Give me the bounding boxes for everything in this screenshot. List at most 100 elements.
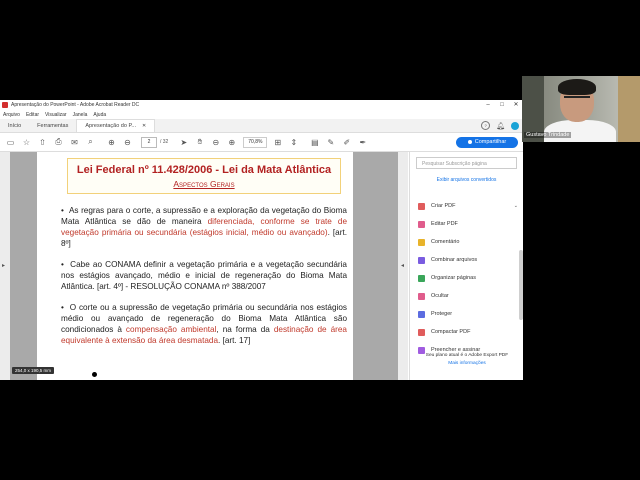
tool-item-label: Comentário xyxy=(431,239,460,245)
collapse-right-icon[interactable]: ◂ xyxy=(401,262,404,269)
tab-bar: Início Ferramentas Apresentação do P... … xyxy=(0,119,523,133)
sign-icon[interactable]: ✒ xyxy=(357,137,368,148)
tab-home[interactable]: Início xyxy=(0,120,29,132)
menu-arquivo[interactable]: Arquivo xyxy=(3,112,20,118)
fit-page-icon[interactable]: ⊞ xyxy=(272,137,283,148)
tool-item[interactable]: Comentário xyxy=(418,233,518,251)
hand-tool-icon[interactable]: ✋︎ xyxy=(194,137,205,148)
protect-icon xyxy=(418,310,425,318)
menu-editar[interactable]: Editar xyxy=(26,112,39,118)
tool-item[interactable]: Proteger xyxy=(418,305,518,323)
email-icon[interactable]: ✉ xyxy=(69,137,80,148)
close-tab-icon[interactable]: ✕ xyxy=(142,120,146,132)
tool-item[interactable]: Editar PDF xyxy=(418,215,518,233)
page-total: / 32 xyxy=(160,139,169,145)
right-pane-toggle[interactable]: ◂ xyxy=(398,152,408,380)
prev-page-icon[interactable]: ⊕ xyxy=(106,137,117,148)
zoom-out-icon[interactable]: ⊖ xyxy=(210,137,221,148)
search-icon[interactable]: ⌕ xyxy=(85,137,96,148)
page-title: Lei Federal nº 11.428/2006 - Lei da Mata… xyxy=(76,164,332,176)
tool-item[interactable]: Criar PDF ⌄ xyxy=(418,197,518,215)
share-button[interactable]: Compartilhar xyxy=(456,137,518,148)
title-bar: Apresentação do PowerPoint - Adobe Acrob… xyxy=(0,100,523,110)
zoom-select[interactable]: 70,8% xyxy=(243,136,268,148)
organize-icon xyxy=(418,274,425,282)
toolbar: ▭ ☆ ⇧ ⎙ ✉ ⌕ ⊕ ⊖ 2 / 32 ➤ ✋︎ ⊖ ⊕ 70,8% ⊞ … xyxy=(0,133,523,152)
maximize-icon[interactable]: □ xyxy=(495,100,509,110)
bookmark-icon[interactable]: ☆ xyxy=(21,137,32,148)
more-info-link[interactable]: Mais informações xyxy=(416,360,518,368)
paragraph-3: • O corte ou a supressão de vegetação pr… xyxy=(61,303,347,345)
converted-files-link[interactable]: Exibir arquivos convertidos xyxy=(416,177,517,183)
tools-list: Criar PDF ⌄ Editar PDF Comentário Combinar a… xyxy=(418,197,518,359)
plan-text: Seu plano atual é o Adobe Export PDF xyxy=(425,353,509,358)
tool-item-label: Criar PDF xyxy=(431,203,456,209)
zoom-in-icon[interactable]: ⊕ xyxy=(226,137,237,148)
next-page-icon[interactable]: ⊖ xyxy=(122,137,133,148)
bell-icon[interactable]: 🔔︎ xyxy=(496,122,505,130)
page-number-input[interactable]: 2 xyxy=(141,136,157,148)
tab-document-label: Apresentação do P... xyxy=(85,123,137,129)
p3-text-2: , na forma da xyxy=(216,325,274,334)
avatar[interactable] xyxy=(511,121,519,130)
mouse-cursor xyxy=(92,372,97,377)
select-cursor-icon[interactable]: ➤ xyxy=(178,137,189,148)
combine-icon xyxy=(418,256,425,264)
paragraph-1: • As regras para o corte, a supressão e … xyxy=(61,206,348,248)
tool-item[interactable]: Combinar arquivos xyxy=(418,251,518,269)
tab-tools[interactable]: Ferramentas xyxy=(29,120,76,132)
create-pdf-icon xyxy=(418,202,425,210)
tool-item-label: Ocultar xyxy=(431,293,449,299)
window-title: Apresentação do PowerPoint - Adobe Acrob… xyxy=(11,102,140,108)
close-icon[interactable]: ✕ xyxy=(509,100,523,110)
person-icon xyxy=(467,139,472,144)
panel-scrollbar[interactable] xyxy=(519,250,523,320)
tool-item[interactable]: Organizar páginas xyxy=(418,269,518,287)
document-area[interactable]: ▸ Lei Federal nº 11.428/2006 - Lei da Ma… xyxy=(0,152,408,380)
compress-icon xyxy=(418,328,425,336)
menu-bar: Arquivo Editar Visualizar Janela Ajuda xyxy=(0,110,523,119)
tool-item-label: Editar PDF xyxy=(431,221,458,227)
p3-highlight-1: compensação ambiental xyxy=(125,325,217,334)
edit-pdf-icon xyxy=(418,220,425,228)
acrobat-app-icon xyxy=(2,102,8,108)
menu-visualizar[interactable]: Visualizar xyxy=(45,112,67,118)
upload-icon[interactable]: ⇧ xyxy=(37,137,48,148)
minimize-icon[interactable]: – xyxy=(481,100,495,110)
chevron-down-icon[interactable]: ⌄ xyxy=(514,203,518,209)
tools-panel: Pesquisar Subscrição página Exibir arqui… xyxy=(409,152,523,380)
share-label: Compartilhar xyxy=(474,139,507,145)
page-subtitle: Aspectos Gerais xyxy=(173,179,235,189)
webcam-feed: Gustavo Trindade xyxy=(522,76,640,142)
tool-item[interactable]: Compactar PDF xyxy=(418,323,518,341)
menu-janela[interactable]: Janela xyxy=(73,112,88,118)
pen-icon[interactable]: ✎ xyxy=(325,137,336,148)
tool-item-label: Proteger xyxy=(431,311,453,317)
tool-item-label: Organizar páginas xyxy=(431,275,476,281)
pdf-page: Lei Federal nº 11.428/2006 - Lei da Mata… xyxy=(37,152,353,380)
tab-document[interactable]: Apresentação do P... ✕ xyxy=(76,119,156,132)
acrobat-window: Apresentação do PowerPoint - Adobe Acrob… xyxy=(0,100,523,380)
scroll-mode-icon[interactable]: ⇕ xyxy=(288,137,299,148)
plan-footer: Seu plano atual é o Adobe Export PDF Mai… xyxy=(416,352,518,368)
redact-icon xyxy=(418,292,425,300)
print-icon[interactable]: ⎙ xyxy=(53,137,64,148)
paragraph-2: • Cabe ao CONAMA definir a vegetação pri… xyxy=(61,260,347,291)
comment-tool-icon[interactable]: ▤ xyxy=(309,137,320,148)
participant-name: Gustavo Trindade xyxy=(524,132,572,138)
highlight-icon[interactable]: ✐ xyxy=(341,137,352,148)
help-icon[interactable]: ? xyxy=(481,121,491,130)
left-pane-toggle[interactable]: ▸ xyxy=(0,152,10,380)
p2-text: Cabe ao CONAMA definir a vegetação primá… xyxy=(61,260,347,291)
save-icon[interactable]: ▭ xyxy=(5,137,16,148)
page-size-badge: 254,0 x 190,5 mm xyxy=(12,367,55,374)
tools-search-input[interactable]: Pesquisar Subscrição página xyxy=(416,157,517,169)
p3-ref: . [art. 17] xyxy=(218,336,251,345)
tool-item[interactable]: Ocultar xyxy=(418,287,518,305)
expand-left-icon[interactable]: ▸ xyxy=(2,262,5,269)
comment-icon xyxy=(418,238,425,246)
tool-item-label: Combinar arquivos xyxy=(431,257,478,263)
tool-item-label: Compactar PDF xyxy=(431,329,471,335)
slide-title-box: Lei Federal nº 11.428/2006 - Lei da Mata… xyxy=(67,158,341,194)
menu-ajuda[interactable]: Ajuda xyxy=(93,112,106,118)
